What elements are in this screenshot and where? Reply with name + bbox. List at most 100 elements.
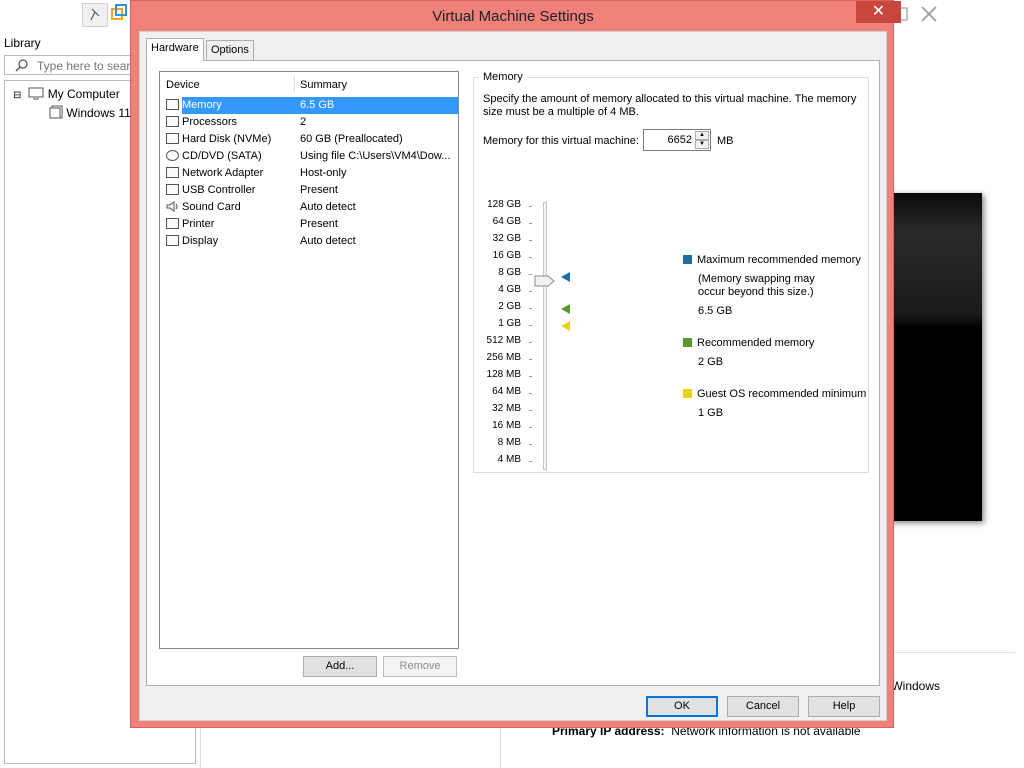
device-name: Printer xyxy=(182,218,215,230)
max-recommended-swatch xyxy=(683,255,692,264)
spin-down-button[interactable]: ▼ xyxy=(695,140,709,149)
tree-label: Windows 11 xyxy=(66,106,131,120)
search-icon xyxy=(15,59,28,72)
computer-icon xyxy=(28,87,44,100)
speaker-icon xyxy=(166,201,179,212)
memory-unit: MB xyxy=(717,135,734,147)
add-button[interactable]: Add... xyxy=(303,656,377,677)
scale-tick xyxy=(529,410,532,411)
scale-tick xyxy=(529,223,532,224)
device-name: Hard Disk (NVMe) xyxy=(182,133,272,145)
pin-button[interactable] xyxy=(82,3,108,27)
device-summary: Auto detect xyxy=(300,235,356,247)
dialog-title: Virtual Machine Settings xyxy=(432,8,594,25)
device-summary: Present xyxy=(300,184,338,196)
scale-tick xyxy=(529,427,532,428)
memory-spinbox[interactable]: ▲ ▼ xyxy=(643,129,711,151)
scale-tick xyxy=(529,342,532,343)
device-summary: 2 xyxy=(300,116,307,128)
memory-value-input[interactable] xyxy=(646,132,692,147)
device-summary: Host-only xyxy=(300,167,347,179)
divider xyxy=(890,652,1015,653)
vm-config-path: \Windows xyxy=(888,679,941,693)
device-name: Processors xyxy=(182,116,238,128)
device-list[interactable]: Device Summary Memory 6.5 GB Processors … xyxy=(159,71,459,649)
memory-slider-thumb[interactable] xyxy=(534,275,555,287)
device-summary: Using file C:\Users\VM4\Dow... xyxy=(300,150,451,162)
device-row-printer[interactable]: Printer Present xyxy=(164,216,456,233)
device-column-header[interactable]: Device xyxy=(166,79,200,91)
library-title: Library xyxy=(4,36,41,50)
device-row-cd-dvd[interactable]: CD/DVD (SATA) Using file C:\Users\VM4\Do… xyxy=(164,148,456,165)
tree-item-my-computer[interactable]: ⊟ My Computer xyxy=(13,87,120,101)
device-name: CD/DVD (SATA) xyxy=(182,150,262,162)
device-name: Sound Card xyxy=(182,201,241,213)
device-row-display[interactable]: Display Auto detect xyxy=(164,233,456,250)
max-recommended-marker xyxy=(561,272,570,282)
scale-label: 8 MB xyxy=(497,437,521,448)
max-recommended-value: 6.5 GB xyxy=(698,305,733,317)
device-summary: 60 GB (Preallocated) xyxy=(300,133,403,145)
memory-slider-track[interactable] xyxy=(543,202,547,470)
device-name: Display xyxy=(182,235,219,247)
scale-label: 4 MB xyxy=(497,454,521,465)
tree-item-windows-11[interactable]: Windows 11 xyxy=(49,105,131,120)
monitor-icon xyxy=(166,235,179,246)
device-row-usb-controller[interactable]: USB Controller Present xyxy=(164,182,456,199)
column-divider xyxy=(294,76,295,92)
guest-minimum-swatch xyxy=(683,389,692,398)
scale-label: 16 MB xyxy=(492,420,521,431)
network-icon xyxy=(166,167,179,178)
scale-label: 2 GB xyxy=(498,301,521,312)
scale-tick xyxy=(529,291,532,292)
ok-button[interactable]: OK xyxy=(646,696,718,717)
scale-label: 128 GB xyxy=(487,199,521,210)
scale-label: 8 GB xyxy=(498,267,521,278)
scale-label: 16 GB xyxy=(492,250,521,261)
remove-button[interactable]: Remove xyxy=(383,656,457,677)
device-row-processors[interactable]: Processors 2 xyxy=(164,114,456,131)
collapse-icon[interactable]: ⊟ xyxy=(13,90,23,101)
close-icon[interactable] xyxy=(918,3,942,25)
tab-options[interactable]: Options xyxy=(206,40,254,60)
max-recommended-title: Maximum recommended memory xyxy=(697,254,861,266)
printer-icon xyxy=(166,218,179,229)
recommended-title: Recommended memory xyxy=(697,337,815,349)
scale-label: 512 MB xyxy=(486,335,521,346)
tab-hardware[interactable]: Hardware xyxy=(146,38,204,61)
tree-label: My Computer xyxy=(47,87,120,101)
vm-preview-thumbnail[interactable] xyxy=(880,193,982,521)
scale-label: 64 GB xyxy=(492,216,521,227)
device-summary: Present xyxy=(300,218,338,230)
scale-tick xyxy=(529,376,532,377)
max-recommended-note: (Memory swapping may occur beyond this s… xyxy=(698,273,815,298)
cancel-button[interactable]: Cancel xyxy=(727,696,799,717)
device-row-network-adapter[interactable]: Network Adapter Host-only xyxy=(164,165,456,182)
summary-column-header[interactable]: Summary xyxy=(300,79,347,91)
dialog-close-button[interactable]: ✕ xyxy=(856,1,901,23)
spin-up-button[interactable]: ▲ xyxy=(695,131,709,140)
scale-label: 32 GB xyxy=(492,233,521,244)
scale-label: 64 MB xyxy=(492,386,521,397)
vm-settings-dialog: Virtual Machine Settings ✕ Hardware Opti… xyxy=(130,0,901,728)
memory-field-label: Memory for this virtual machine: xyxy=(483,135,639,147)
device-summary: 6.5 GB xyxy=(300,99,335,111)
scale-tick xyxy=(529,274,532,275)
scale-tick xyxy=(529,257,532,258)
scale-tick xyxy=(529,444,532,445)
usb-icon xyxy=(166,184,179,195)
device-row-memory[interactable]: Memory 6.5 GB xyxy=(164,97,458,114)
memory-group-title: Memory xyxy=(479,71,527,83)
memory-description: Specify the amount of memory allocated t… xyxy=(483,93,857,118)
vm-icon xyxy=(49,105,63,119)
device-row-hard-disk[interactable]: Hard Disk (NVMe) 60 GB (Preallocated) xyxy=(164,131,456,148)
scale-label: 32 MB xyxy=(492,403,521,414)
processor-icon xyxy=(166,116,179,127)
guest-minimum-value: 1 GB xyxy=(698,407,724,419)
recommended-value: 2 GB xyxy=(698,356,724,368)
scale-label: 1 GB xyxy=(498,318,521,329)
device-row-sound-card[interactable]: Sound Card Auto detect xyxy=(164,199,456,216)
scale-label: 128 MB xyxy=(486,369,521,380)
scale-tick xyxy=(529,359,532,360)
help-button[interactable]: Help xyxy=(808,696,880,717)
